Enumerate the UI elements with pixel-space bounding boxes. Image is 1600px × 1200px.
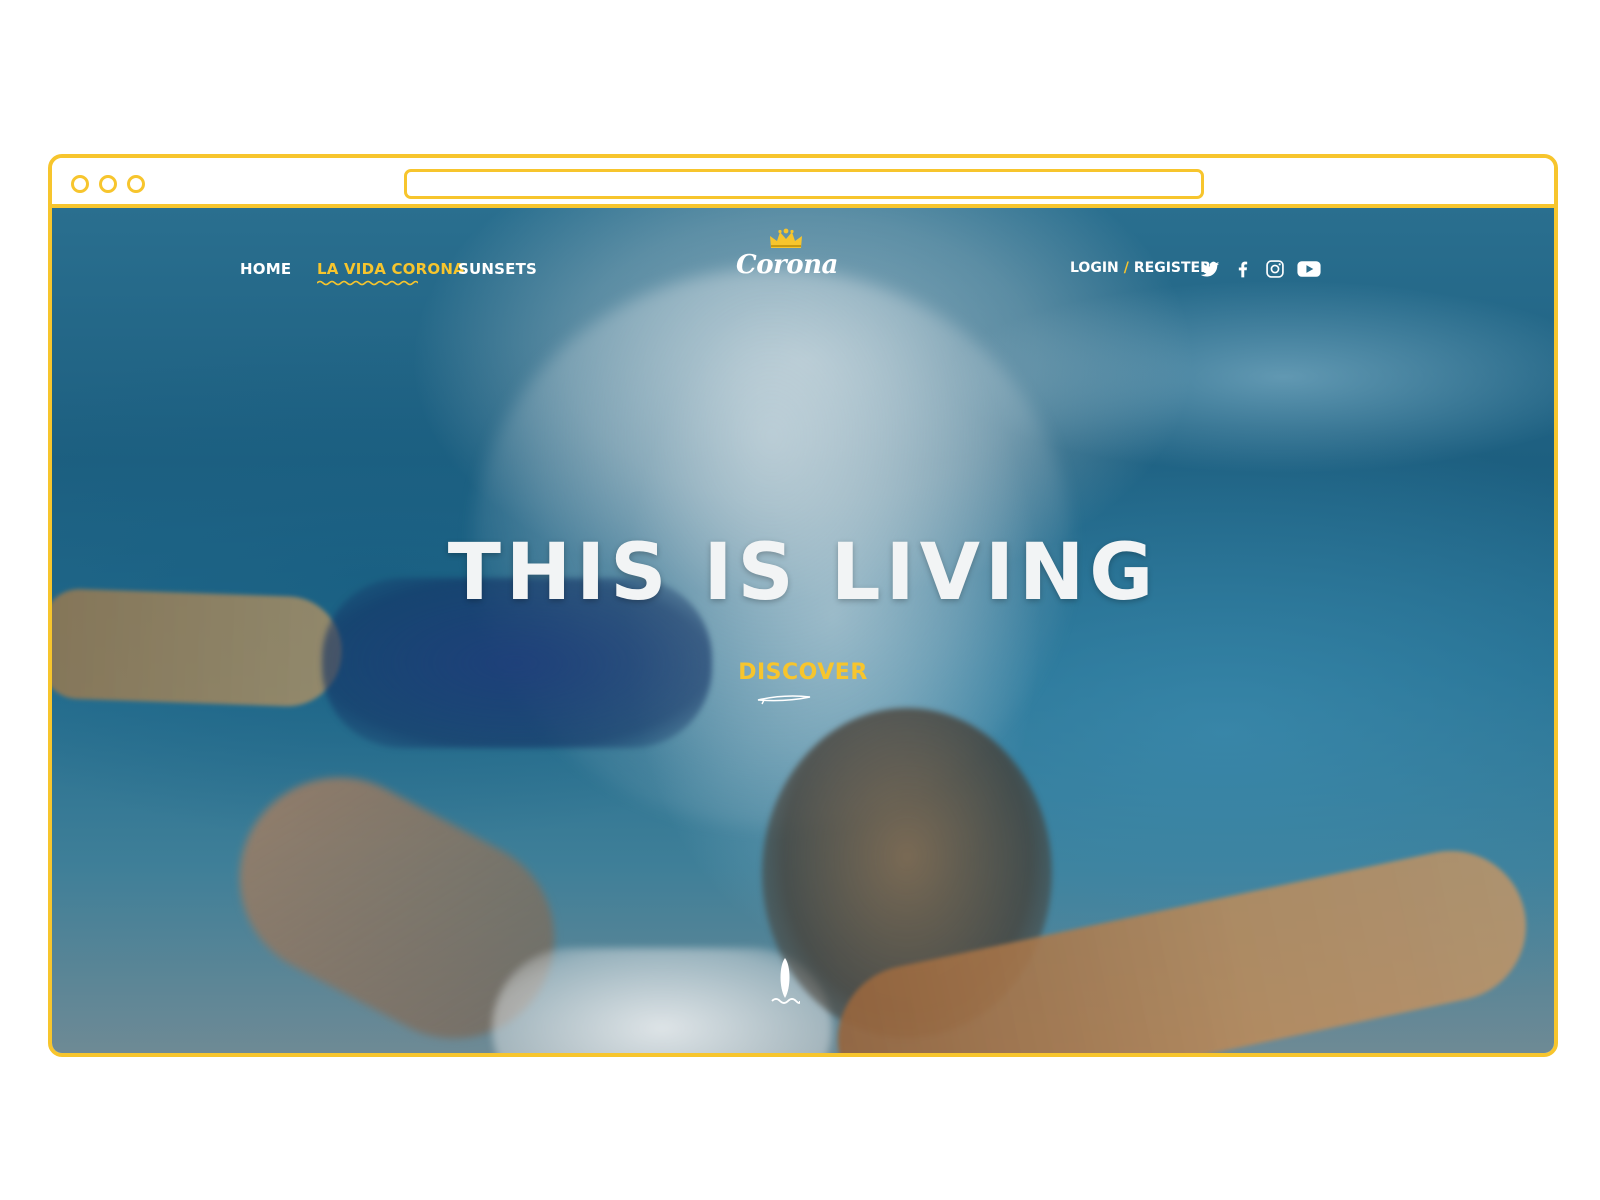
swimmer-arm-background [824,836,1540,1053]
swimmer-leg-background [204,742,590,1053]
minimize-window-button[interactable] [99,175,117,193]
login-link[interactable]: LOGIN [1070,260,1119,276]
nav-la-vida-corona-link[interactable]: LA VIDA CORONA [317,260,465,278]
address-bar[interactable] [404,169,1204,199]
logo-wordmark: Corona [736,250,838,280]
hero-section: HOME LA VIDA CORONA SUNSETS Corona LOGIN… [52,208,1554,1053]
close-window-button[interactable] [71,175,89,193]
surfboard-icon [757,695,811,705]
hero-headline: THIS IS LIVING [447,528,1159,618]
discover-button[interactable]: DISCOVER [52,660,1554,685]
top-navigation: HOME LA VIDA CORONA SUNSETS Corona LOGIN… [52,208,1554,318]
surfboard-wave-icon[interactable] [770,956,800,1006]
crown-icon [770,228,802,248]
youtube-icon[interactable] [1297,259,1321,279]
maximize-window-button[interactable] [127,175,145,193]
nav-sunsets-link[interactable]: SUNSETS [458,260,537,278]
active-wave-underline-icon [317,280,418,286]
corona-logo[interactable]: Corona [736,228,838,286]
auth-separator: / [1123,260,1129,276]
nav-home-link[interactable]: HOME [240,260,291,278]
browser-toolbar [52,158,1554,208]
twitter-icon[interactable] [1200,259,1220,279]
instagram-icon[interactable] [1265,259,1285,279]
swimmer-head-background [762,708,1052,1038]
browser-window: HOME LA VIDA CORONA SUNSETS Corona LOGIN… [48,154,1558,1057]
auth-links: LOGIN / REGISTER [1070,260,1211,276]
facebook-icon[interactable] [1233,259,1253,279]
